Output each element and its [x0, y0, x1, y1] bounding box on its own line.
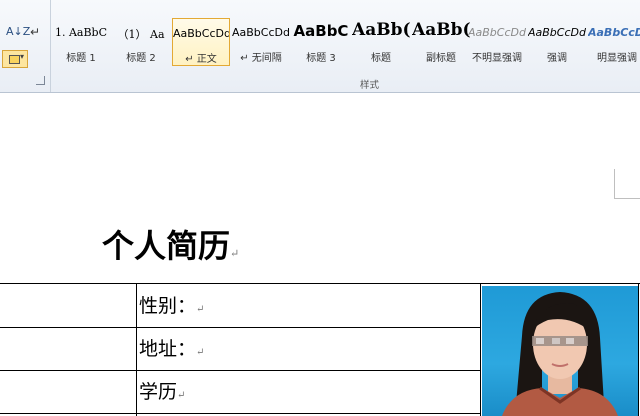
- address-label: 地址：: [139, 338, 197, 360]
- margin-corner-mark: [614, 169, 640, 199]
- table-border: [0, 327, 481, 328]
- profile-photo[interactable]: [482, 286, 638, 416]
- style-item-7[interactable]: AaBb( 副标题: [412, 18, 470, 66]
- style-label: 明显强调: [597, 53, 637, 64]
- style-item-4[interactable]: AaBbCcDd ↵ 无间隔: [232, 18, 290, 66]
- style-item-1[interactable]: 1. AaBbC 标题 1: [52, 18, 110, 66]
- style-preview: （1） Aa: [117, 28, 165, 41]
- title-text: 个人简历: [102, 227, 231, 265]
- paragraph-mark-icon: ↵: [196, 347, 205, 358]
- style-label: 强调: [547, 53, 567, 64]
- document-page[interactable]: 个人简历↵ 性别：↵ 地址：↵ 学历↵: [0, 93, 640, 416]
- style-item-5[interactable]: AaBbC 标题 3: [292, 18, 350, 66]
- table-border: [480, 283, 481, 416]
- paragraph-mark-icon: ↵: [230, 247, 240, 260]
- style-item-2[interactable]: （1） Aa 标题 2: [112, 18, 170, 66]
- style-label: 标题 3: [306, 53, 336, 64]
- table-border-top: [0, 283, 640, 284]
- table-border: [0, 413, 481, 414]
- style-preview: AaBb(: [412, 20, 470, 40]
- style-label: 标题: [371, 53, 391, 64]
- sort-icon[interactable]: A↓Z: [6, 24, 30, 40]
- shading-icon[interactable]: ▾: [2, 50, 28, 68]
- style-preview: 1. AaBbC: [54, 26, 108, 39]
- style-label: ↵ 无间隔: [240, 53, 282, 64]
- styles-gallery: 1. AaBbC 标题 1 （1） Aa 标题 2 AaBbCcDd ↵ 正文 AaBbCc…: [52, 14, 640, 66]
- table-cell-education[interactable]: 学历↵: [139, 377, 185, 404]
- style-item-8[interactable]: AaBbCcDd 不明显强调: [468, 18, 526, 66]
- style-label: 标题 2: [126, 53, 156, 64]
- style-label: ↵ 正文: [185, 54, 217, 65]
- table-border: [136, 283, 137, 416]
- style-preview: AaBbCcDd: [232, 26, 290, 39]
- table-cell-address[interactable]: 地址：↵: [139, 334, 204, 361]
- paragraph-mark-icon: ↵: [196, 304, 205, 315]
- style-preview: AaBb(: [352, 20, 410, 40]
- table-cell-gender[interactable]: 性别：↵: [139, 291, 204, 318]
- page-title[interactable]: 个人简历↵: [102, 221, 239, 267]
- style-preview: AaBbCcDd: [588, 26, 640, 39]
- style-label: 副标题: [426, 53, 456, 64]
- chevron-down-icon[interactable]: ▾: [20, 52, 24, 61]
- style-preview: AaBbCcDd: [173, 27, 229, 40]
- style-item-6[interactable]: AaBb( 标题: [352, 18, 410, 66]
- paragraph-group: A↓Z ↵ ▾: [0, 0, 51, 92]
- style-item-9[interactable]: AaBbCcDd 强调: [528, 18, 586, 66]
- style-item-3[interactable]: AaBbCcDd ↵ 正文: [172, 18, 230, 66]
- education-label: 学历: [139, 381, 178, 403]
- group-label-styles: 样式: [360, 80, 380, 91]
- dialog-launcher-icon[interactable]: [36, 76, 45, 85]
- show-formatting-marks-icon[interactable]: ↵: [30, 24, 42, 40]
- portrait-image: [502, 292, 618, 416]
- style-preview: AaBbCcDd: [468, 26, 526, 39]
- style-preview: AaBbC: [293, 22, 349, 40]
- table-border: [638, 283, 639, 416]
- gender-label: 性别：: [139, 295, 197, 317]
- paragraph-mark-icon: ↵: [177, 390, 186, 401]
- style-label: 不明显强调: [472, 53, 522, 64]
- ribbon: A↓Z ↵ ▾ 1. AaBbC 标题 1 （1） Aa 标题 2 AaBbCcDd ↵ …: [0, 0, 640, 93]
- style-preview: AaBbCcDd: [528, 26, 586, 39]
- table-border: [0, 370, 481, 371]
- style-label: 标题 1: [66, 53, 96, 64]
- style-item-10[interactable]: AaBbCcDd 明显强调: [588, 18, 640, 66]
